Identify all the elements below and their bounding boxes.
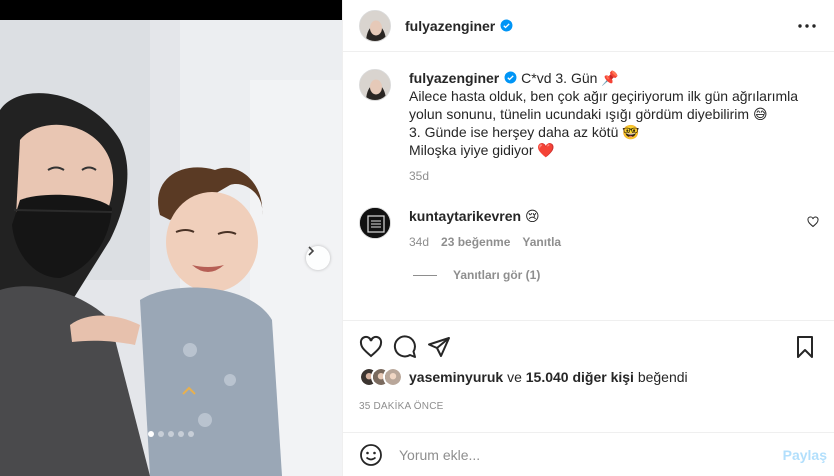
likes-text: yaseminyuruk ve 15.040 diğer kişi beğend… xyxy=(409,369,688,385)
caption-text: yolun sonunu, tünelin ucundaki ışığı gör… xyxy=(409,106,768,122)
caption-text: C*vd 3. Gün 📌 xyxy=(521,70,619,86)
post-actions-section: yaseminyuruk ve 15.040 diğer kişi beğend… xyxy=(343,320,834,412)
caption-body: fulyazenginer C*vd 3. Gün 📌 Ailece hasta… xyxy=(409,69,809,185)
post-timestamp[interactable]: 35 DAKİKA ÖNCE xyxy=(359,401,444,412)
caption-avatar[interactable] xyxy=(359,69,391,101)
caption-text: Ailece hasta olduk, ben çok ağır geçiriy… xyxy=(409,88,799,104)
carousel-dot xyxy=(188,431,194,437)
share-button[interactable] xyxy=(419,327,459,367)
share-icon xyxy=(428,337,450,357)
view-replies-button[interactable]: Yanıtları gör (1) xyxy=(413,268,540,282)
carousel-dot xyxy=(168,431,174,437)
post-header: fulyazenginer xyxy=(343,0,834,52)
post-modal: fulyazenginer fulyazenginer C*vd 3. Gün … xyxy=(0,0,834,476)
carousel-dot xyxy=(148,431,154,437)
comment-text: 😢 xyxy=(524,208,540,224)
caption-text: 3. Günde ise herşey daha az kötü 🤓 xyxy=(409,124,640,140)
carousel-next-button[interactable] xyxy=(306,246,330,270)
caption-username[interactable]: fulyazenginer xyxy=(409,70,499,86)
comment-item: kuntaytarikevren 😢 34d 23 beğenme Yanıtl… xyxy=(359,207,819,251)
liker-avatar xyxy=(383,367,403,387)
carousel-dot xyxy=(158,431,164,437)
caption-text: Miloşka iyiye gidiyor ❤️ xyxy=(409,142,555,158)
verified-badge-icon xyxy=(500,19,513,32)
chevron-right-icon xyxy=(308,246,315,256)
likes-suffix: beğendi xyxy=(637,369,688,385)
view-replies-label: Yanıtları gör (1) xyxy=(453,268,541,282)
commenter-username[interactable]: kuntaytarikevren xyxy=(409,208,521,224)
comment-actions: 34d 23 beğenme Yanıtla xyxy=(409,233,819,251)
comments-section: fulyazenginer C*vd 3. Gün 📌 Ailece hasta… xyxy=(343,53,834,320)
action-bar xyxy=(359,327,819,367)
avatar-image xyxy=(360,10,390,41)
details-panel: fulyazenginer fulyazenginer C*vd 3. Gün … xyxy=(342,0,834,476)
likes-count-link[interactable]: 15.040 diğer kişi xyxy=(526,369,634,385)
post-photo[interactable] xyxy=(0,20,342,476)
likes-summary: yaseminyuruk ve 15.040 diğer kişi beğend… xyxy=(359,367,688,387)
commenter-avatar[interactable] xyxy=(359,207,391,239)
emoji-icon[interactable] xyxy=(359,443,383,467)
save-button[interactable] xyxy=(785,327,825,367)
more-options-icon xyxy=(798,24,816,28)
avatar-image xyxy=(360,70,390,100)
comment-icon xyxy=(393,335,416,358)
post-comment-button[interactable]: Paylaş xyxy=(783,447,827,463)
comment-age: 34d xyxy=(409,235,430,249)
caption-first-line: fulyazenginer C*vd 3. Gün 📌 xyxy=(409,70,619,86)
likes-connector: ve xyxy=(507,369,522,385)
avatar-image xyxy=(360,208,390,238)
caption-age: 35d xyxy=(409,169,430,183)
liker-username[interactable]: yaseminyuruk xyxy=(409,369,503,385)
author-username[interactable]: fulyazenginer xyxy=(405,18,495,34)
more-options-button[interactable] xyxy=(795,16,819,36)
carousel-indicator xyxy=(0,431,342,437)
post-caption: fulyazenginer C*vd 3. Gün 📌 Ailece hasta… xyxy=(359,69,819,185)
verified-badge-icon xyxy=(504,71,517,84)
media-panel xyxy=(0,0,342,476)
comment-like-heart-icon[interactable] xyxy=(807,216,819,228)
comment-input[interactable] xyxy=(399,446,783,463)
comment-body: kuntaytarikevren 😢 34d 23 beğenme Yanıtl… xyxy=(409,207,819,251)
author-avatar[interactable] xyxy=(359,9,391,42)
replies-divider xyxy=(413,274,437,276)
reply-button[interactable]: Yanıtla xyxy=(522,233,561,251)
carousel-dot xyxy=(178,431,184,437)
photo-illustration xyxy=(0,20,342,476)
comment-likes-link[interactable]: 23 beğenme xyxy=(441,233,510,251)
bookmark-icon xyxy=(797,336,813,358)
heart-icon xyxy=(359,335,383,358)
add-comment-bar: Paylaş xyxy=(343,432,834,476)
